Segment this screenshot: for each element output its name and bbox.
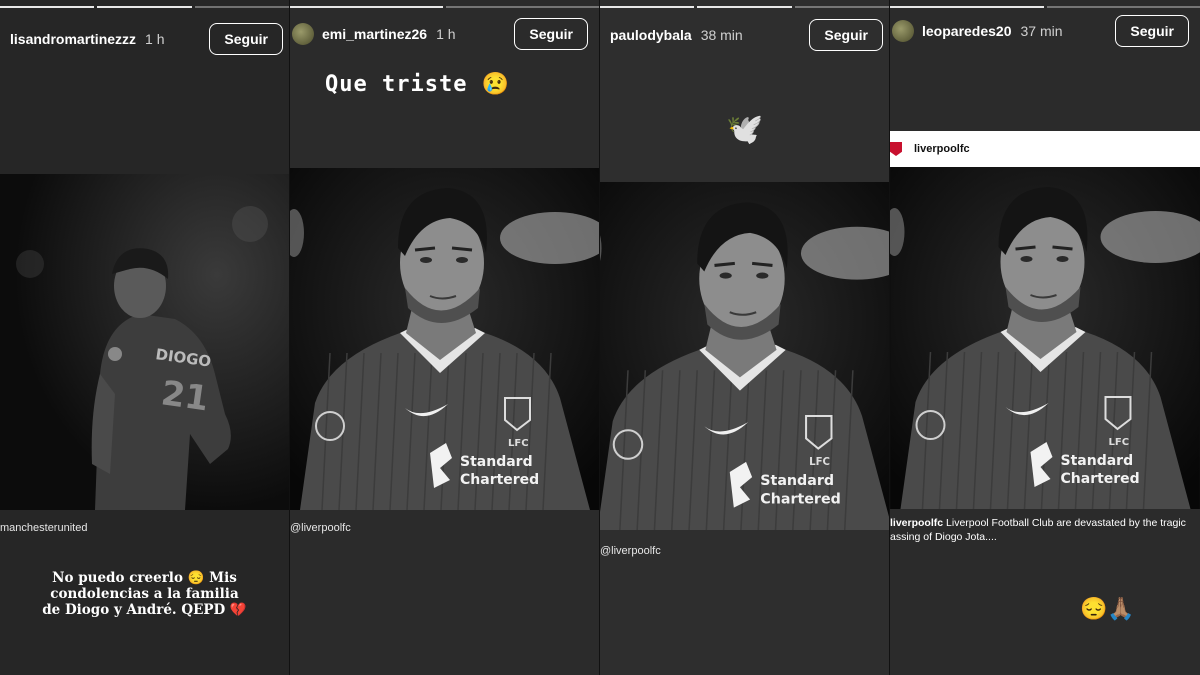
liverbird-crest-icon xyxy=(890,142,902,156)
progress-segment xyxy=(194,6,289,8)
story-text: Que triste 😢 xyxy=(325,72,511,97)
follow-button[interactable]: Seguir xyxy=(209,23,283,55)
avatar[interactable] xyxy=(892,20,914,42)
svg-text:21: 21 xyxy=(159,373,211,419)
story-progress-bar xyxy=(0,6,289,9)
story-username[interactable]: emi_martinez26 xyxy=(322,26,427,42)
shared-post-header: liverpoolfc xyxy=(890,131,1200,167)
story-panel-emi_martinez26[interactable]: emi_martinez26 1 h Seguir Que triste 😢 L… xyxy=(290,0,599,675)
sponsor-text: Chartered xyxy=(460,472,539,488)
follow-button[interactable]: Seguir xyxy=(514,18,588,50)
progress-segment xyxy=(600,6,695,8)
shared-post-image[interactable]: LFC Standard Chartered xyxy=(890,167,1200,509)
story-panel-paulodybala[interactable]: paulodybala 38 min Seguir 🕊️ LFC Standard… xyxy=(600,0,889,675)
story-username[interactable]: lisandromartinezzz xyxy=(10,31,136,47)
progress-segment xyxy=(446,6,599,8)
shared-post-card[interactable]: liverpoolfc xyxy=(890,131,1200,167)
shared-post-handle[interactable]: @liverpoolfc xyxy=(600,545,661,557)
dove-icon: 🕊️ xyxy=(726,113,764,146)
shared-post-handle[interactable]: @liverpoolfc xyxy=(290,522,351,534)
sponsor-text: Chartered xyxy=(1061,471,1140,487)
follow-button[interactable]: Seguir xyxy=(809,19,883,51)
shared-post-caption: liverpoolfc Liverpool Football Club are … xyxy=(890,517,1186,543)
progress-segment xyxy=(290,6,443,8)
story-timestamp: 37 min xyxy=(1020,23,1063,39)
progress-segment xyxy=(97,6,192,8)
caption-account[interactable]: liverpoolfc xyxy=(890,517,943,529)
club-text: LFC xyxy=(1109,437,1130,448)
shared-post-image[interactable]: LFC Standard Chartered xyxy=(600,182,889,530)
story-username[interactable]: leoparedes20 xyxy=(922,23,1012,39)
story-username[interactable]: paulodybala xyxy=(610,27,692,43)
sponsor-text: Standard xyxy=(760,473,834,489)
story-progress-bar xyxy=(890,6,1200,9)
shared-post-image[interactable]: DIOGO 21 xyxy=(0,174,289,510)
story-progress-bar xyxy=(600,6,889,9)
story-header: paulodybala 38 min Seguir xyxy=(600,16,889,54)
story-timestamp: 38 min xyxy=(700,27,743,43)
shared-post-account[interactable]: liverpoolfc xyxy=(914,143,970,155)
story-progress-bar xyxy=(290,6,599,9)
story-header: lisandromartinezzz 1 h Seguir xyxy=(0,20,289,58)
sponsor-text: Standard xyxy=(460,454,533,470)
progress-segment xyxy=(0,6,95,8)
story-panel-lisandromartinezzz[interactable]: lisandromartinezzz 1 h Seguir DIOGO 21 m… xyxy=(0,0,289,675)
sponsor-text: Chartered xyxy=(760,492,841,508)
story-timestamp: 1 h xyxy=(436,26,456,42)
story-header: leoparedes20 37 min Seguir xyxy=(890,12,1200,50)
follow-button[interactable]: Seguir xyxy=(1115,15,1189,47)
story-timestamp: 1 h xyxy=(145,31,165,47)
progress-segment xyxy=(794,6,889,8)
progress-segment xyxy=(1046,6,1200,8)
progress-segment xyxy=(890,6,1044,8)
avatar[interactable] xyxy=(292,23,314,45)
story-header: emi_martinez26 1 h Seguir xyxy=(290,15,599,53)
story-text: No puedo creerlo 😔 Mis condolencias a la… xyxy=(42,570,247,618)
emoji-reaction: 😔🙏🏽 xyxy=(1080,596,1135,621)
progress-segment xyxy=(697,6,792,8)
shared-post-image[interactable]: LFC Standard Chartered xyxy=(290,168,599,510)
sponsor-text: Standard xyxy=(1061,453,1134,469)
story-panel-leoparedes20[interactable]: leoparedes20 37 min Seguir liverpoolfc L… xyxy=(890,0,1200,675)
club-text: LFC xyxy=(508,438,529,449)
club-text: LFC xyxy=(809,457,830,468)
shared-post-handle[interactable]: manchesterunited xyxy=(0,522,87,534)
